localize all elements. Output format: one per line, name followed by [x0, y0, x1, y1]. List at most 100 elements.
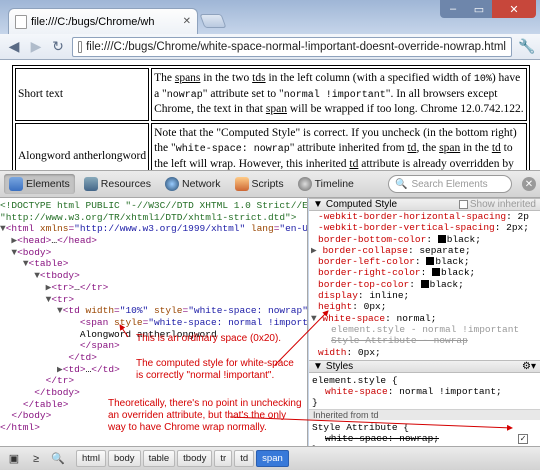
- scripts-icon: [234, 177, 249, 191]
- tab-timeline[interactable]: Timeline: [293, 174, 359, 194]
- table-cell-short-text: Short text: [15, 68, 150, 121]
- text-run: nowrap: [166, 89, 203, 101]
- dom-token: "white-space: nowrap": [188, 305, 308, 317]
- prop-value: 0px;: [352, 346, 381, 358]
- tab-network[interactable]: Network: [160, 174, 226, 194]
- prop-value: inline;: [363, 290, 410, 302]
- dom-node[interactable]: <span style="white-space: normal !import…: [0, 317, 307, 329]
- dom-node[interactable]: ▼<html xmlns="http://www.w3.org/1999/xht…: [0, 223, 307, 235]
- dom-token: <tr>: [51, 293, 75, 305]
- breadcrumb-tbody[interactable]: tbody: [177, 450, 213, 467]
- elements-icon: [9, 177, 23, 191]
- computed-line: width: 0px;: [318, 346, 381, 358]
- text-run: 10%: [473, 74, 492, 85]
- dom-token: "white-space: normal !important": [148, 316, 308, 328]
- dom-token: </tr>: [79, 281, 109, 293]
- dom-token: "http://www.w3.org/TR/xhtml1/DTD/xhtml1-…: [0, 211, 297, 223]
- inspect-icon[interactable]: 🔍: [48, 450, 68, 468]
- breadcrumb-table[interactable]: table: [142, 450, 176, 467]
- table-row: Short text The spans in the two tds in t…: [15, 68, 527, 121]
- rule-declaration[interactable]: white-space: normal !important;: [309, 386, 540, 397]
- back-arrow-icon[interactable]: ◀: [6, 38, 22, 55]
- timeline-icon: [297, 177, 312, 191]
- wrench-icon[interactable]: 🔧: [518, 38, 535, 55]
- prop-name: border-right-color: [318, 267, 421, 279]
- dom-node[interactable]: "http://www.w3.org/TR/xhtml1/DTD/xhtml1-…: [0, 212, 307, 224]
- breadcrumb-body[interactable]: body: [107, 450, 141, 467]
- browser-tab[interactable]: file:///C:/bugs/Chrome/wh ✕: [8, 8, 198, 34]
- prop-value: black;: [435, 256, 470, 268]
- dom-token: style: [108, 316, 143, 328]
- gear-icon[interactable]: ⚙▾: [522, 361, 536, 372]
- tab-close-icon[interactable]: ✕: [183, 16, 191, 27]
- maximize-button[interactable]: ▭: [466, 0, 492, 18]
- dom-token: <tr>: [51, 281, 75, 293]
- resources-icon: [83, 177, 98, 191]
- tab-resources[interactable]: Resources: [79, 174, 156, 194]
- dom-token: </span>: [79, 340, 120, 352]
- tab-scripts[interactable]: Scripts: [230, 174, 289, 194]
- breadcrumb: html body table tbody tr td span: [76, 450, 289, 467]
- section-title: Computed Style: [325, 199, 398, 210]
- computed-line: border-left-color: black;: [318, 256, 470, 268]
- checkbox[interactable]: [458, 200, 468, 209]
- close-window-button[interactable]: ✕: [492, 0, 536, 18]
- prop-name: height: [318, 301, 353, 313]
- dom-node[interactable]: ▼<table>: [0, 258, 307, 270]
- property-checkbox[interactable]: ✓: [518, 434, 528, 445]
- rule-declaration-overridden[interactable]: white-space: nowrap; ✓: [309, 433, 540, 445]
- dom-token: [0, 375, 46, 386]
- dom-node[interactable]: </tbody>: [0, 387, 307, 399]
- console-icon[interactable]: ≥: [26, 450, 46, 468]
- table-cell-description: The spans in the two tds in the left col…: [151, 68, 527, 121]
- dom-token: </html>: [0, 422, 40, 434]
- rule-selector[interactable]: element.style {: [309, 375, 540, 386]
- prop-name: white-space: [325, 386, 388, 398]
- tab-strip: file:///C:/bugs/Chrome/wh ✕ – ▭ ✕: [0, 0, 540, 34]
- forward-arrow-icon[interactable]: ▶: [28, 38, 44, 55]
- breadcrumb-span[interactable]: span: [256, 450, 289, 467]
- dom-token: <tbody>: [39, 270, 80, 282]
- breadcrumb-html[interactable]: html: [76, 450, 106, 467]
- dom-token: style: [148, 305, 183, 317]
- show-inherited-toggle[interactable]: Show inherited: [458, 199, 536, 210]
- new-tab-button[interactable]: [199, 14, 227, 28]
- dom-node[interactable]: ▶<tr>…</tr>: [0, 282, 307, 294]
- devtools-toolbar: Elements Resources Network Scripts Timel…: [0, 170, 540, 198]
- dom-token: <head>: [17, 235, 52, 247]
- styles-header[interactable]: ▼ Styles ⚙▾: [309, 359, 540, 373]
- reload-icon[interactable]: ↻: [50, 38, 66, 55]
- dock-icon[interactable]: ▣: [4, 450, 24, 468]
- prop-name: border-bottom-color: [318, 233, 427, 245]
- dom-node[interactable]: <!DOCTYPE html PUBLIC "-//W3C//DTD XHTML…: [0, 200, 307, 212]
- breadcrumb-tr[interactable]: tr: [214, 450, 233, 467]
- close-devtools-icon[interactable]: ✕: [522, 177, 536, 191]
- dom-token: <td: [62, 305, 80, 317]
- prop-value: black;: [441, 267, 476, 279]
- dom-node[interactable]: ▼<body>: [0, 247, 307, 259]
- dom-token: <body>: [17, 246, 52, 258]
- breadcrumb-td[interactable]: td: [234, 450, 255, 467]
- prop-name: border-collapse: [322, 244, 408, 256]
- dom-token: "http://www.w3.org/1999/xhtml": [74, 223, 246, 235]
- browser-toolbar: ◀ ▶ ↻ file:///C:/bugs/Chrome/white-space…: [0, 34, 540, 60]
- dom-node[interactable]: ▼<tbody>: [0, 270, 307, 282]
- tab-elements[interactable]: Elements: [4, 174, 75, 194]
- expand-triangle-icon: ▼: [311, 312, 317, 324]
- rule-selector[interactable]: Style Attribute {: [309, 422, 540, 433]
- dom-node[interactable]: ▶<head>…</head>: [0, 235, 307, 247]
- prop-name: -webkit-border-vertical-spacing: [318, 222, 495, 234]
- dom-token: [0, 317, 80, 328]
- dom-token: </td>: [91, 363, 120, 375]
- address-bar[interactable]: file:///C:/bugs/Chrome/white-space-norma…: [72, 36, 512, 57]
- tab-label: Network: [181, 178, 221, 190]
- tab-label: Resources: [100, 178, 151, 190]
- computed-style-header[interactable]: ▼ Computed Style Show inherited: [309, 198, 540, 211]
- search-elements-input[interactable]: 🔍 Search Elements: [388, 175, 512, 193]
- annotation-computed: The computed style for white-space is co…: [136, 358, 294, 381]
- prop-value: 0px;: [357, 301, 387, 313]
- dom-token: <span: [79, 316, 109, 328]
- dom-node[interactable]: ▼<tr>: [0, 294, 307, 306]
- dom-node[interactable]: ▼<td width="10%" style="white-space: now…: [0, 305, 307, 317]
- minimize-button[interactable]: –: [440, 0, 466, 18]
